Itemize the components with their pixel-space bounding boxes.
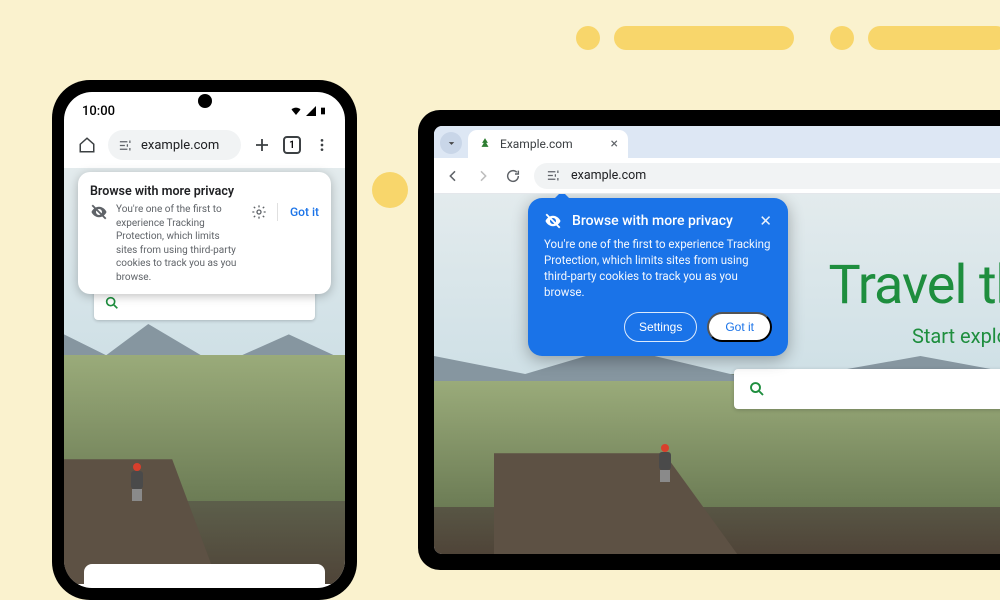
mobile-popup-body: You're one of the first to experience Tr… bbox=[116, 203, 243, 284]
desktop-page-headline: Travel the bbox=[829, 254, 1000, 317]
desktop-toolbar: example.com bbox=[434, 158, 1000, 194]
tab-strip: Example.com × bbox=[434, 126, 1000, 158]
mobile-addressbar[interactable]: example.com bbox=[108, 130, 241, 160]
signal-icon bbox=[305, 105, 317, 117]
desktop-page-subhead: Start exploring bbox=[912, 324, 1000, 348]
desktop-privacy-popup: Browse with more privacy ✕ You're one of… bbox=[528, 198, 788, 356]
wifi-icon bbox=[289, 105, 303, 117]
eye-off-icon bbox=[544, 212, 562, 230]
desktop-popup-title: Browse with more privacy bbox=[572, 213, 733, 229]
phone-camera bbox=[198, 94, 212, 108]
mobile-privacy-popup: Browse with more privacy You're one of t… bbox=[78, 172, 331, 294]
close-icon[interactable]: × bbox=[611, 136, 618, 152]
forward-button[interactable] bbox=[474, 168, 492, 184]
home-icon[interactable] bbox=[76, 134, 98, 156]
status-time: 10:00 bbox=[82, 104, 115, 119]
hiker-illustration bbox=[654, 444, 676, 482]
decoration-side bbox=[372, 172, 408, 208]
back-button[interactable] bbox=[444, 168, 462, 184]
mobile-url: example.com bbox=[141, 138, 219, 153]
overflow-menu[interactable] bbox=[311, 134, 333, 156]
tune-icon bbox=[546, 168, 561, 183]
phone-viewport: Start exploring today Browse with more p… bbox=[64, 168, 345, 584]
new-tab-button[interactable] bbox=[251, 134, 273, 156]
settings-button[interactable]: Settings bbox=[624, 312, 697, 342]
close-icon[interactable]: ✕ bbox=[759, 212, 772, 230]
desktop-viewport: Travel the Start exploring Browse with m… bbox=[434, 194, 1000, 554]
decoration-top-2 bbox=[830, 26, 1000, 50]
favicon-tree-icon bbox=[478, 137, 492, 151]
phone-screen: 10:00 example.com 1 bbox=[64, 92, 345, 588]
tab-title: Example.com bbox=[500, 137, 573, 151]
search-icon bbox=[748, 380, 766, 398]
search-icon bbox=[104, 295, 120, 311]
desktop-url: example.com bbox=[571, 168, 646, 183]
tab-search-button[interactable] bbox=[440, 132, 462, 154]
mobile-popup-title: Browse with more privacy bbox=[90, 184, 319, 199]
mobile-page-card bbox=[84, 564, 325, 584]
eye-off-icon bbox=[90, 203, 108, 221]
desktop-page-search[interactable] bbox=[734, 369, 1000, 409]
desktop-popup-body: You're one of the first to experience Tr… bbox=[544, 236, 772, 300]
laptop-screen: Example.com × example.com bbox=[434, 126, 1000, 554]
browser-tab[interactable]: Example.com × bbox=[468, 130, 628, 158]
mobile-popup-gotit[interactable]: Got it bbox=[277, 203, 319, 221]
desktop-addressbar[interactable]: example.com bbox=[534, 163, 1000, 189]
tune-icon bbox=[118, 138, 133, 153]
laptop-frame: Example.com × example.com bbox=[418, 110, 1000, 570]
reload-button[interactable] bbox=[504, 168, 522, 184]
tab-switcher[interactable]: 1 bbox=[283, 136, 301, 154]
battery-icon bbox=[319, 105, 327, 117]
decoration-top-1 bbox=[576, 26, 794, 50]
gear-icon[interactable] bbox=[251, 204, 267, 220]
status-icons bbox=[289, 105, 327, 117]
phone-toolbar: example.com 1 bbox=[64, 124, 345, 168]
hiker-illustration bbox=[126, 463, 148, 501]
phone-frame: 10:00 example.com 1 bbox=[52, 80, 357, 600]
gotit-button[interactable]: Got it bbox=[707, 312, 772, 342]
